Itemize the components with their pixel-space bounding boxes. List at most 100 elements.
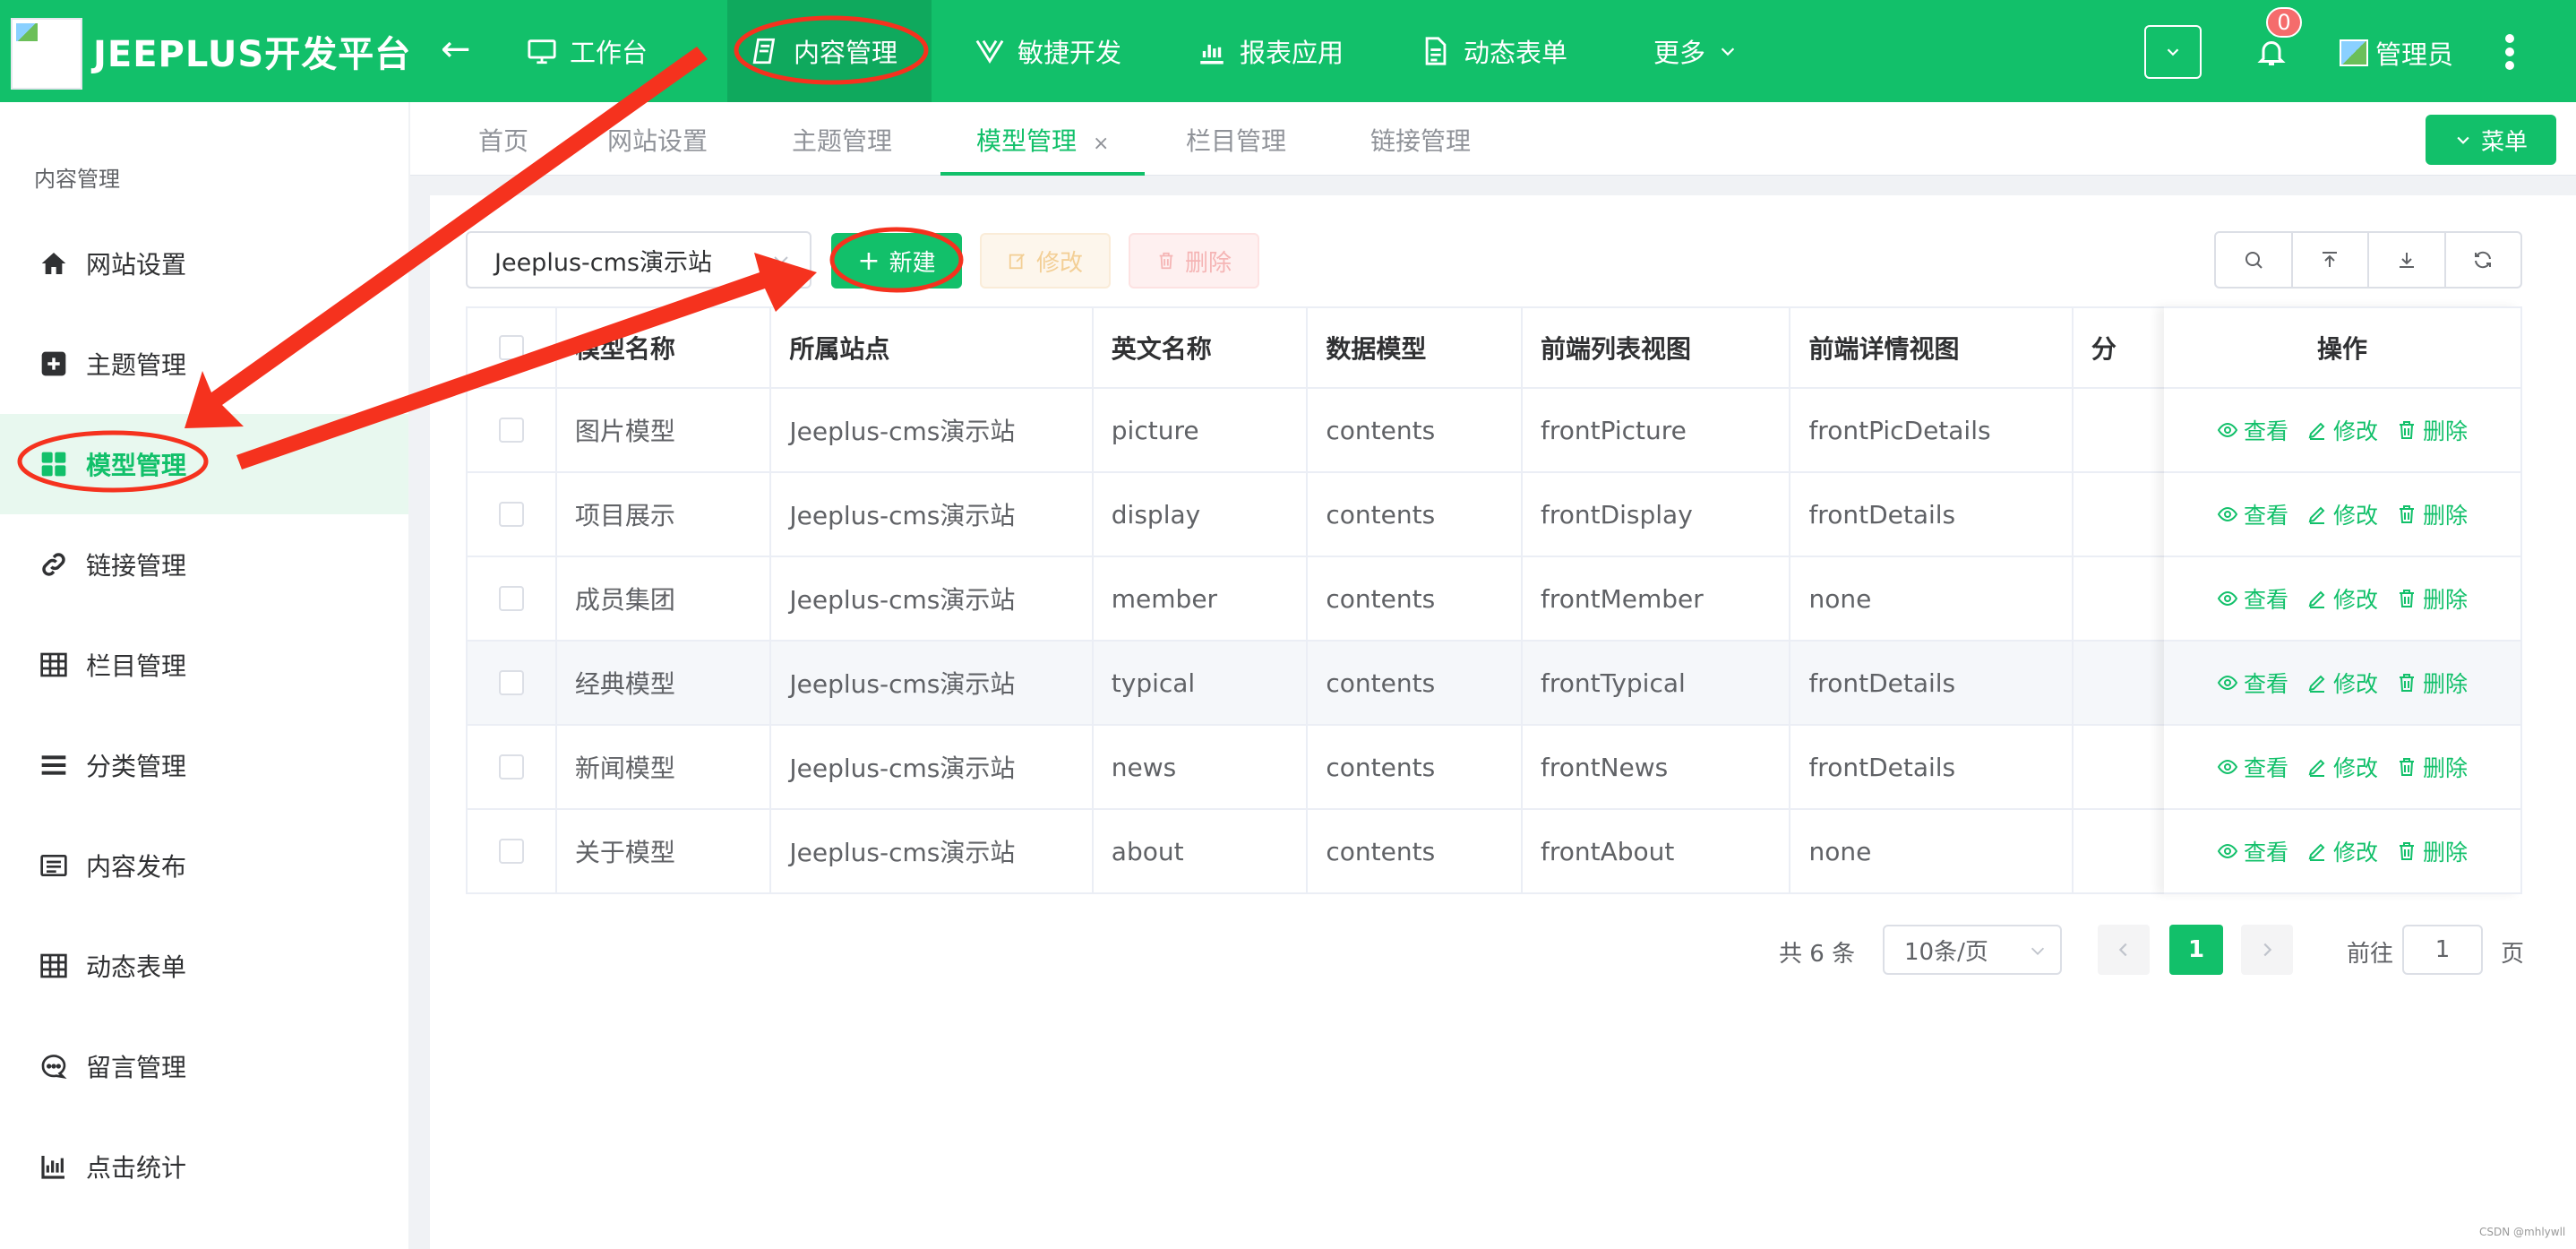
nav-content-management[interactable]: 内容管理 [727, 0, 932, 102]
row-operations: 查看 修改 删除 [2164, 642, 2520, 726]
view-link[interactable]: 查看 [2217, 751, 2288, 783]
next-page-button[interactable] [2241, 925, 2293, 975]
new-button-label: 新建 [889, 249, 936, 277]
site-select[interactable]: Jeeplus-cms演示站 [466, 231, 811, 289]
column-header[interactable]: 所属站点 [771, 308, 1094, 387]
more-vertical-icon[interactable] [2504, 34, 2515, 70]
nav-more[interactable]: 更多 [1653, 0, 1738, 102]
column-header[interactable]: 数据模型 [1308, 308, 1523, 387]
view-link[interactable]: 查看 [2217, 667, 2288, 699]
edit-link[interactable]: 修改 [2306, 667, 2378, 699]
pencil-icon [2308, 675, 2325, 693]
back-arrow-icon[interactable]: ← [441, 27, 471, 72]
tab-site-settings[interactable]: 网站设置 [607, 102, 708, 176]
view-link[interactable]: 查看 [2217, 498, 2288, 530]
edit-link[interactable]: 修改 [2306, 498, 2378, 530]
row-checkbox[interactable] [498, 502, 524, 527]
tab-column[interactable]: 栏目管理 [1186, 102, 1286, 176]
nav-label: 报表应用 [1240, 38, 1344, 68]
tab-label: 模型管理 [976, 126, 1078, 156]
row-checkbox[interactable] [498, 839, 524, 864]
page-size-select[interactable]: 10条/页 [1883, 925, 2062, 975]
sidebar-item-theme[interactable]: 主题管理 [0, 314, 408, 414]
column-header[interactable]: 前端详情视图 [1790, 308, 2074, 387]
goto-page-input[interactable]: 1 [2402, 925, 2483, 975]
refresh-button[interactable] [2446, 233, 2521, 287]
goto-label: 前往 [2347, 941, 2394, 968]
chat-icon [41, 1055, 67, 1079]
tab-link[interactable]: 链接管理 [1370, 102, 1471, 176]
view-link[interactable]: 查看 [2217, 582, 2288, 615]
sidebar-item-stats[interactable]: 点击统计 [0, 1116, 408, 1217]
table-cell: Jeeplus-cms演示站 [771, 642, 1094, 724]
nav-reports[interactable]: 报表应用 [1197, 0, 1344, 102]
new-button[interactable]: + 新建 [831, 233, 962, 289]
sidebar-item-category[interactable]: 分类管理 [0, 715, 408, 815]
delete-link[interactable]: 删除 [2396, 414, 2468, 446]
column-header[interactable]: 英文名称 [1094, 308, 1309, 387]
sidebar-item-site-settings[interactable]: 网站设置 [0, 213, 408, 314]
plus-icon: + [857, 245, 880, 277]
download-icon [2399, 253, 2414, 268]
pencil-icon [2308, 506, 2325, 524]
bell-icon[interactable] [2255, 34, 2288, 70]
table-cell: display [1094, 473, 1309, 556]
delete-link[interactable]: 删除 [2396, 751, 2468, 783]
delete-link[interactable]: 删除 [2396, 667, 2468, 699]
sidebar-item-dynamic-form[interactable]: 动态表单 [0, 916, 408, 1016]
import-button[interactable] [2293, 233, 2369, 287]
column-header[interactable]: 前端列表视图 [1523, 308, 1791, 387]
tab-theme[interactable]: 主题管理 [792, 102, 892, 176]
delete-label: 删除 [2423, 840, 2469, 866]
sidebar-item-column[interactable]: 栏目管理 [0, 615, 408, 715]
sidebar-item-message[interactable]: 留言管理 [0, 1016, 408, 1116]
edit-button-label: 修改 [1035, 249, 1083, 277]
row-checkbox[interactable] [498, 586, 524, 611]
nav-dynamic-form[interactable]: 动态表单 [1421, 0, 1567, 102]
user-menu[interactable]: 管理员 [2340, 34, 2453, 72]
select-all-checkbox[interactable] [498, 335, 524, 360]
edit-link[interactable]: 修改 [2306, 835, 2378, 867]
export-button[interactable] [2369, 233, 2446, 287]
page-number-current[interactable]: 1 [2169, 925, 2223, 975]
sidebar-item-publish[interactable]: 内容发布 [0, 815, 408, 916]
pencil-icon [2308, 422, 2325, 440]
prev-page-button[interactable] [2098, 925, 2150, 975]
row-select-cell [468, 473, 557, 556]
chevron-down-icon [774, 256, 788, 265]
delete-label: 删除 [2423, 671, 2469, 697]
sidebar-item-link[interactable]: 链接管理 [0, 514, 408, 615]
view-link[interactable]: 查看 [2217, 835, 2288, 867]
column-header[interactable]: 模型名称 [557, 308, 772, 387]
row-checkbox[interactable] [498, 418, 524, 443]
row-checkbox[interactable] [498, 754, 524, 780]
trash-icon [2400, 421, 2414, 439]
view-link[interactable]: 查看 [2217, 414, 2288, 446]
tab-model[interactable]: 模型管理 × [940, 102, 1146, 176]
edit-link[interactable]: 修改 [2306, 751, 2378, 783]
nav-label: 动态表单 [1464, 38, 1568, 68]
delete-button[interactable]: 删除 [1129, 233, 1259, 289]
table-cell: contents [1308, 726, 1523, 808]
search-button[interactable] [2216, 233, 2293, 287]
menu-button[interactable]: 菜单 [2426, 115, 2556, 165]
monitor-icon [528, 39, 556, 65]
close-icon[interactable]: × [1093, 133, 1109, 155]
delete-link[interactable]: 删除 [2396, 835, 2468, 867]
row-checkbox[interactable] [498, 670, 524, 695]
edit-label: 修改 [2332, 587, 2378, 613]
sidebar-item-label: 网站设置 [86, 250, 187, 280]
link-icon [42, 553, 65, 576]
edit-link[interactable]: 修改 [2306, 582, 2378, 615]
edit-button[interactable]: 修改 [980, 233, 1111, 289]
dropdown-toggle-button[interactable] [2144, 25, 2202, 79]
sidebar-item-model[interactable]: 模型管理 [0, 414, 408, 514]
table-tools [2214, 231, 2522, 289]
eye-icon [2217, 506, 2238, 522]
tab-home[interactable]: 首页 [478, 102, 528, 176]
nav-agile-dev[interactable]: 敏捷开发 [975, 0, 1121, 102]
delete-link[interactable]: 删除 [2396, 582, 2468, 615]
edit-link[interactable]: 修改 [2306, 414, 2378, 446]
delete-link[interactable]: 删除 [2396, 498, 2468, 530]
nav-workbench[interactable]: 工作台 [527, 0, 648, 102]
